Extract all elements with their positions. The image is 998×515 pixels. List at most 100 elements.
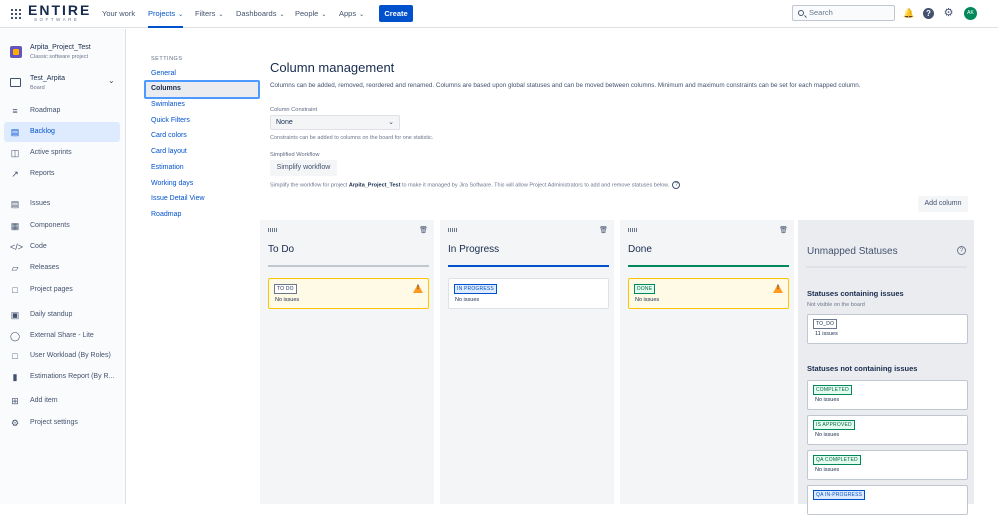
add-item-icon: ⊞: [11, 396, 19, 406]
sidebar-item-backlog[interactable]: ▤ Backlog: [4, 122, 120, 142]
page-description: Columns can be added, removed, reordered…: [270, 82, 861, 89]
column-title[interactable]: In Progress: [448, 244, 499, 255]
create-button[interactable]: Create: [379, 5, 413, 22]
unmapped-status-card[interactable]: QA IN-PROGRESS: [807, 485, 968, 515]
issue-count: No issues: [275, 297, 300, 303]
drag-handle-icon[interactable]: [448, 228, 458, 232]
settings-heading: SETTINGS: [151, 56, 183, 62]
issue-count: No issues: [455, 297, 480, 303]
settings-link-general[interactable]: General: [151, 70, 176, 77]
sidebar-item-external-share[interactable]: ◯ External Share - Lite: [4, 326, 120, 346]
search-input[interactable]: Search: [792, 5, 895, 21]
nav-apps[interactable]: Apps ⌄: [339, 0, 364, 28]
gear-icon[interactable]: ⚙: [943, 8, 954, 19]
question-icon[interactable]: ?: [672, 181, 681, 189]
help-icon[interactable]: ?: [957, 246, 966, 255]
warning-icon: !: [773, 284, 783, 293]
sidebar-item-project-pages[interactable]: □ Project pages: [4, 280, 120, 300]
sidebar-item-label: Project settings: [30, 419, 78, 426]
status-card[interactable]: TO DO No issues !: [268, 278, 429, 309]
column-constraint-label: Column Constraint: [270, 107, 318, 113]
sidebar-item-user-workload[interactable]: □ User Workload (By Roles): [4, 346, 120, 366]
status-card[interactable]: DONE No issues !: [628, 278, 789, 309]
sidebar-item-reports[interactable]: ↗ Reports: [4, 164, 120, 184]
app-switcher-icon[interactable]: [11, 9, 21, 19]
notifications-icon[interactable]: 🔔: [903, 8, 914, 19]
sidebar-item-active-sprints[interactable]: ◫ Active sprints: [4, 143, 120, 163]
board-column-done[interactable]: 🗑 Done DONE No issues !: [620, 220, 794, 504]
column-status-bar: [628, 265, 789, 267]
select-value: None: [276, 119, 293, 126]
components-icon: ▦: [10, 221, 20, 231]
simplify-workflow-button[interactable]: Simplify workflow: [270, 160, 337, 176]
unmapped-statuses-column: Unmapped Statuses ? Statuses containing …: [798, 220, 974, 515]
board-column-in-progress[interactable]: 🗑 In Progress IN PROGRESS No issues: [440, 220, 614, 504]
search-icon: [798, 10, 804, 16]
column-title[interactable]: Done: [628, 244, 652, 255]
drag-handle-icon[interactable]: [628, 228, 638, 232]
status-card[interactable]: IN PROGRESS No issues: [448, 278, 609, 309]
sidebar-item-add-item[interactable]: ⊞ Add item: [4, 391, 120, 411]
unmapped-status-card[interactable]: TO_DO 11 issues: [807, 314, 968, 344]
issue-count: No issues: [635, 297, 660, 303]
chevron-down-icon: ⌄: [359, 12, 365, 18]
nav-dashboards[interactable]: Dashboards ⌄: [236, 0, 284, 28]
sidebar-item-label: Add item: [30, 397, 58, 404]
avatar[interactable]: AK: [964, 7, 977, 20]
sidebar-item-project-settings[interactable]: ⚙ Project settings: [4, 413, 120, 433]
unmapped-status-card[interactable]: QA COMPLETED No issues: [807, 450, 968, 480]
project-name: Arpita_Project_Test: [30, 44, 91, 51]
nav-label: Projects: [148, 9, 176, 18]
sidebar-item-label: Daily standup: [30, 311, 73, 318]
sidebar-item-label: Reports: [30, 170, 55, 177]
sidebar-item-roadmap[interactable]: ≡ Roadmap: [4, 101, 120, 121]
sidebar-item-label: Components: [30, 222, 70, 229]
chevron-down-icon: ⌄: [108, 76, 115, 85]
status-lozenge: DONE: [634, 284, 656, 294]
settings-link-label: Columns: [151, 85, 181, 92]
workload-icon: □: [12, 351, 18, 361]
nav-filters[interactable]: Filters ⌄: [195, 0, 223, 28]
board-column-to-do[interactable]: 🗑 To Do TO DO No issues !: [260, 220, 434, 504]
nav-projects[interactable]: Projects ⌄: [148, 0, 184, 28]
status-lozenge: TO DO: [274, 284, 297, 294]
nav-label: People: [295, 9, 319, 18]
settings-link-estimation[interactable]: Estimation: [151, 164, 184, 171]
sidebar-item-label: Estimations Report (By R...: [30, 373, 115, 380]
add-column-button[interactable]: Add column: [918, 196, 968, 212]
warning-icon: !: [413, 284, 423, 293]
trash-icon[interactable]: 🗑: [419, 226, 428, 234]
sidebar-item-label: User Workload (By Roles): [30, 352, 111, 359]
unmapped-status-card[interactable]: IS APPROVED No issues: [807, 415, 968, 445]
sidebar-item-components[interactable]: ▦ Components: [4, 216, 120, 236]
sidebar-item-daily-standup[interactable]: ▣ Daily standup: [4, 305, 120, 325]
settings-link-card-layout[interactable]: Card layout: [151, 148, 187, 155]
column-constraint-select[interactable]: None ⌄: [270, 115, 400, 130]
unmapped-status-card[interactable]: COMPLETED No issues: [807, 380, 968, 410]
sidebar-item-releases[interactable]: ▱ Releases: [4, 258, 120, 278]
nav-label: Apps: [339, 9, 357, 18]
sidebar-item-issues[interactable]: ▤ Issues: [4, 194, 120, 214]
help-icon[interactable]: ?: [923, 8, 934, 19]
drag-handle-icon[interactable]: [268, 228, 278, 232]
nav-your-work[interactable]: Your work: [102, 0, 135, 28]
settings-link-quick-filters[interactable]: Quick Filters: [151, 117, 190, 124]
settings-link-card-colors[interactable]: Card colors: [151, 132, 187, 139]
settings-link-columns[interactable]: Columns: [144, 80, 260, 99]
settings-link-roadmap[interactable]: Roadmap: [151, 211, 181, 218]
settings-link-issue-detail-view[interactable]: Issue Detail View: [151, 195, 205, 202]
containing-issues-subtext: Not visible on the board: [807, 302, 865, 308]
settings-link-working-days[interactable]: Working days: [151, 180, 193, 187]
board-name: Test_Arpita: [30, 75, 66, 82]
logo-text: ENTIRE: [28, 2, 92, 18]
nav-people[interactable]: People ⌄: [295, 0, 326, 28]
chevron-down-icon: ⌄: [178, 12, 184, 18]
settings-link-swimlanes[interactable]: Swimlanes: [151, 101, 185, 108]
trash-icon[interactable]: 🗑: [599, 226, 608, 234]
trash-icon[interactable]: 🗑: [779, 226, 788, 234]
entire-software-logo[interactable]: ENTIRE SOFTWARE: [28, 2, 92, 24]
constraint-help-text: Constraints can be added to columns on t…: [270, 135, 434, 141]
sidebar-item-estimations-report[interactable]: ▮ Estimations Report (By R...: [4, 367, 120, 387]
sidebar-item-code[interactable]: </> Code: [4, 237, 120, 257]
column-title[interactable]: To Do: [268, 244, 294, 255]
